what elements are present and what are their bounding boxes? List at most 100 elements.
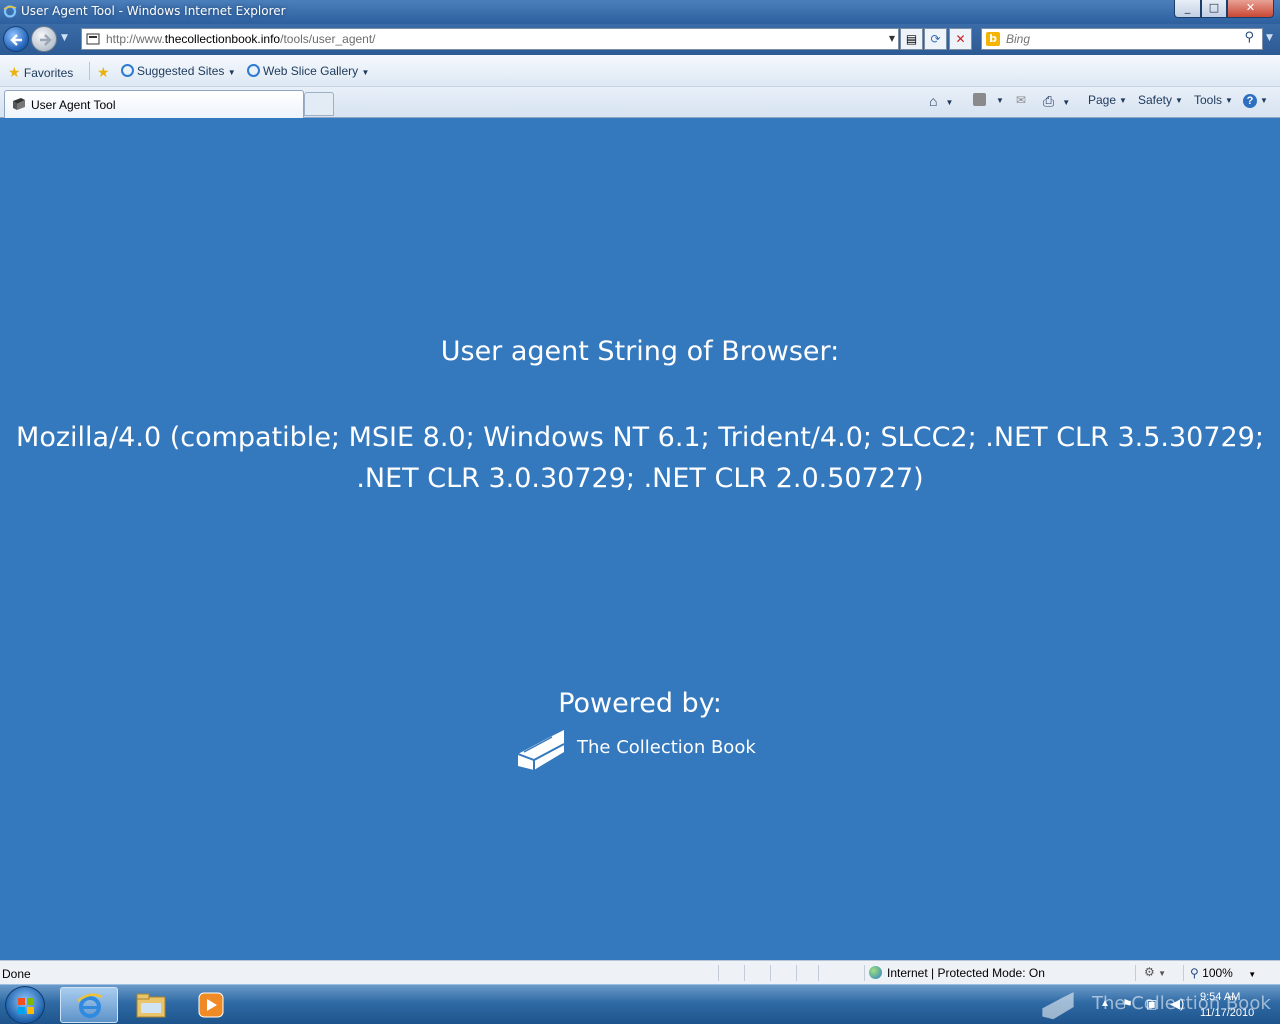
status-text: Done bbox=[2, 967, 31, 981]
feeds-button[interactable]: ▼ bbox=[973, 93, 1004, 107]
taskbar-internet-explorer[interactable] bbox=[60, 987, 118, 1023]
status-divider bbox=[1135, 965, 1136, 981]
status-divider bbox=[1183, 965, 1184, 981]
security-zone-label: Internet | Protected Mode: On bbox=[887, 966, 1045, 980]
book-icon bbox=[1042, 992, 1074, 1020]
window-titlebar: User Agent Tool - Windows Internet Explo… bbox=[0, 0, 1280, 24]
search-input[interactable] bbox=[1006, 31, 1236, 47]
status-divider bbox=[770, 965, 771, 981]
back-button[interactable] bbox=[3, 26, 29, 52]
new-tab-button[interactable] bbox=[304, 92, 334, 116]
protected-mode-icon[interactable]: ⚙ ▼ bbox=[1144, 965, 1166, 979]
start-button[interactable] bbox=[5, 986, 45, 1024]
ie-icon bbox=[3, 5, 17, 18]
status-bar: Done Internet | Protected Mode: On ⚙ ▼ ⚲… bbox=[0, 960, 1280, 984]
tab-bar: User Agent Tool ⌂ ▼ ▼ ✉ ⎙ ▼ Page ▼ Safety ▼ … bbox=[0, 87, 1280, 118]
status-divider bbox=[796, 965, 797, 981]
user-agent-string: Mozilla/4.0 (compatible; MSIE 8.0; Windo… bbox=[16, 422, 1264, 494]
maximize-button[interactable]: □ bbox=[1201, 0, 1227, 18]
taskbar-media-player[interactable] bbox=[182, 987, 240, 1023]
page-menu[interactable]: Page ▼ bbox=[1088, 93, 1127, 107]
tools-menu-label: Tools bbox=[1194, 93, 1223, 107]
chevron-down-icon: ▼ bbox=[1248, 970, 1257, 979]
mail-icon: ✉ bbox=[1016, 93, 1027, 107]
media-player-icon bbox=[198, 992, 224, 1018]
page-heading: User agent String of Browser: bbox=[440, 336, 840, 367]
chevron-down-icon: ▼ bbox=[1225, 96, 1233, 105]
folder-icon bbox=[136, 993, 166, 1018]
safety-menu[interactable]: Safety ▼ bbox=[1138, 93, 1183, 107]
home-icon: ⌂ bbox=[929, 93, 938, 109]
zoom-control[interactable]: ⚲ 100% ▼ bbox=[1190, 966, 1256, 980]
status-divider bbox=[718, 965, 719, 981]
taskbar-windows-explorer[interactable] bbox=[122, 987, 180, 1023]
recent-pages-dropdown-icon[interactable]: ▼ bbox=[61, 33, 68, 43]
home-button[interactable]: ⌂ ▼ bbox=[929, 93, 953, 109]
status-divider bbox=[864, 965, 865, 981]
globe-icon bbox=[869, 966, 882, 979]
chevron-down-icon: ▼ bbox=[1260, 96, 1268, 105]
page-icon bbox=[13, 98, 25, 110]
chevron-down-icon: ▼ bbox=[945, 98, 954, 107]
star-icon: ★ bbox=[8, 64, 21, 80]
web-slice-gallery-link[interactable]: Web Slice Gallery ▼ bbox=[247, 64, 369, 78]
watermark-text: The Collection Book bbox=[1092, 993, 1271, 1014]
chevron-down-icon: ▼ bbox=[1119, 96, 1127, 105]
search-icon[interactable]: ⚲ bbox=[1244, 30, 1254, 45]
tab-user-agent-tool[interactable]: User Agent Tool bbox=[4, 90, 304, 118]
help-icon: ? bbox=[1243, 94, 1257, 108]
url-prefix: http://www. bbox=[106, 32, 165, 46]
back-arrow-icon bbox=[10, 34, 22, 46]
address-dropdown-icon[interactable]: ▼ bbox=[889, 34, 895, 43]
powered-by-label: Powered by: bbox=[558, 688, 722, 719]
bing-icon: b bbox=[986, 32, 1000, 46]
watermark: The Collection Book bbox=[1032, 988, 1272, 1022]
print-icon: ⎙ bbox=[1043, 93, 1055, 109]
book-icon bbox=[517, 730, 565, 770]
safety-menu-label: Safety bbox=[1138, 93, 1173, 107]
url-path: /tools/user_agent/ bbox=[280, 32, 376, 46]
chevron-down-icon: ▼ bbox=[1062, 98, 1071, 107]
favorites-bar: ★ Favorites ★ Suggested Sites ▼ Web Slic… bbox=[0, 55, 1280, 87]
address-url[interactable]: http://www.thecollectionbook.info/tools/… bbox=[106, 32, 376, 46]
ie-icon bbox=[247, 64, 260, 77]
zoom-level: 100% bbox=[1202, 966, 1233, 980]
favorites-button[interactable]: ★ Favorites bbox=[8, 64, 73, 81]
chevron-down-icon: ▼ bbox=[996, 96, 1004, 105]
ie-icon bbox=[121, 64, 134, 77]
refresh-icon[interactable]: ⟳ bbox=[924, 28, 947, 50]
suggested-sites-link[interactable]: Suggested Sites ▼ bbox=[121, 64, 236, 78]
zoom-icon: ⚲ bbox=[1190, 966, 1199, 980]
search-options-dropdown-icon[interactable]: ▼ bbox=[1266, 33, 1273, 43]
security-zone[interactable]: Internet | Protected Mode: On bbox=[869, 966, 1045, 980]
favorites-label: Favorites bbox=[23, 66, 74, 80]
forward-button[interactable] bbox=[31, 26, 57, 52]
page-icon bbox=[86, 33, 100, 45]
compat-view-icon[interactable]: ▤ bbox=[900, 28, 923, 50]
help-menu[interactable]: ? ▼ bbox=[1243, 93, 1268, 108]
read-mail-button[interactable]: ✉ bbox=[1016, 93, 1026, 107]
forward-arrow-icon bbox=[40, 34, 52, 46]
chevron-down-icon: ▼ bbox=[1175, 96, 1183, 105]
close-button[interactable]: ✕ bbox=[1227, 0, 1274, 18]
add-favorite-icon: ★ bbox=[97, 64, 110, 80]
status-divider bbox=[744, 965, 745, 981]
chevron-down-icon: ▼ bbox=[361, 68, 370, 77]
stop-icon[interactable]: ✕ bbox=[949, 28, 972, 50]
navigation-bar: ▼ http://www.thecollectionbook.info/tool… bbox=[0, 24, 1280, 55]
tab-label: User Agent Tool bbox=[31, 98, 116, 112]
brand-name[interactable]: The Collection Book bbox=[577, 737, 756, 758]
add-favorite-button[interactable]: ★ bbox=[97, 64, 110, 81]
address-bar[interactable]: http://www.thecollectionbook.info/tools/… bbox=[81, 28, 899, 50]
web-slice-gallery-label: Web Slice Gallery bbox=[263, 64, 359, 78]
search-box[interactable]: b ⚲ bbox=[981, 28, 1263, 50]
tools-menu[interactable]: Tools ▼ bbox=[1194, 93, 1233, 107]
page-menu-label: Page bbox=[1088, 93, 1117, 107]
minimize-button[interactable]: _ bbox=[1174, 0, 1201, 18]
windows-flag-icon bbox=[18, 998, 34, 1014]
page-content: User agent String of Browser: Mozilla/4.… bbox=[0, 118, 1280, 960]
ie-icon bbox=[77, 993, 103, 1018]
feeds-icon bbox=[973, 93, 986, 106]
print-button[interactable]: ⎙ ▼ bbox=[1043, 93, 1070, 110]
suggested-sites-label: Suggested Sites bbox=[137, 64, 225, 78]
